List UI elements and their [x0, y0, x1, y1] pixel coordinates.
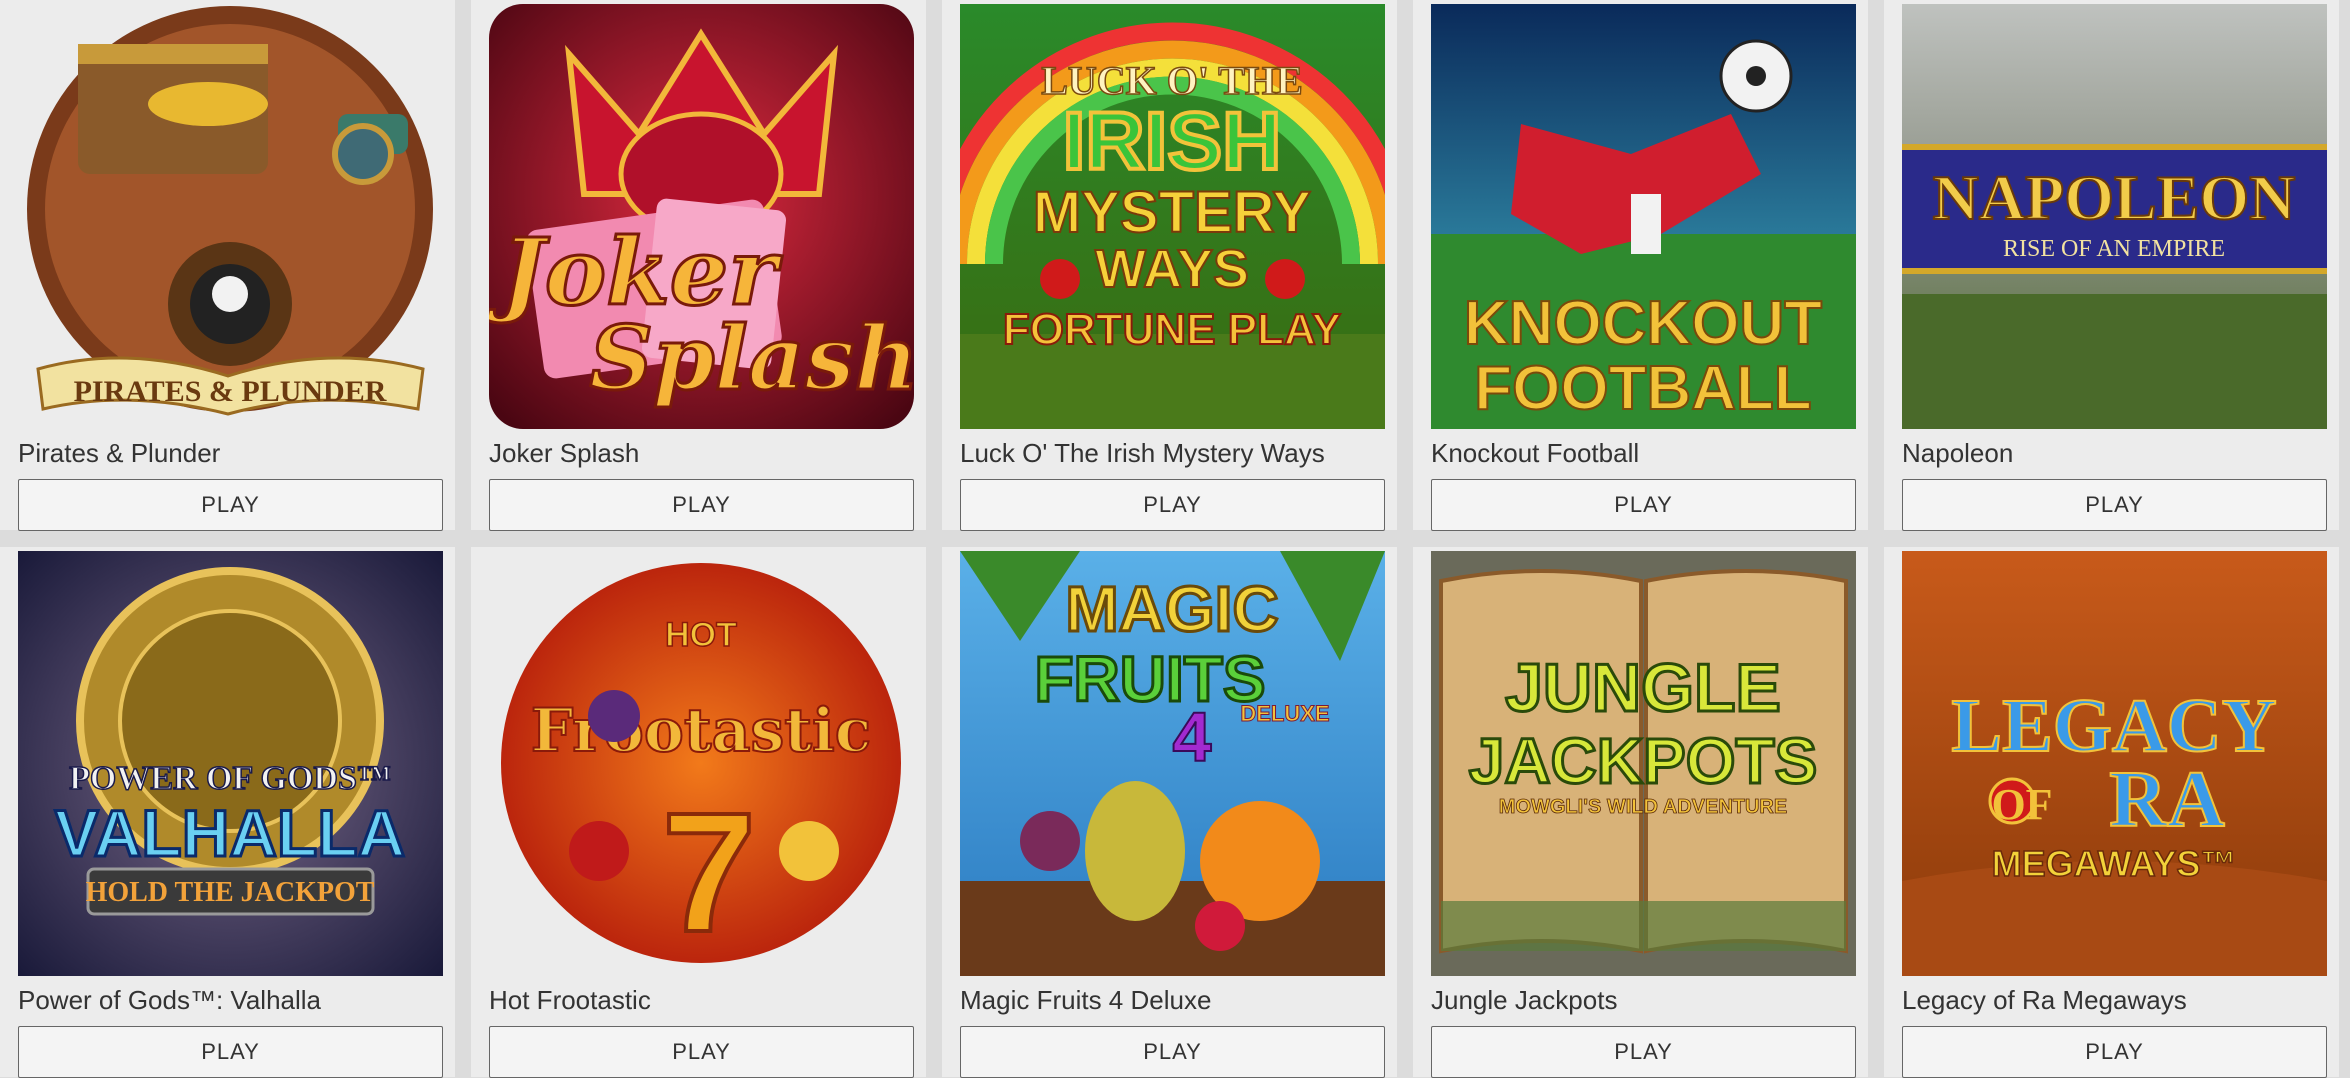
seven-art-text: 7: [662, 778, 757, 968]
magic-fruits-artwork: MAGIC FRUITS 4 DELUXE: [960, 551, 1385, 976]
play-button[interactable]: PLAY: [960, 479, 1385, 531]
game-thumbnail[interactable]: HOT Frootastic 7: [489, 551, 914, 976]
jackpots-art-text: JACKPOTS: [1469, 725, 1818, 797]
frootastic-art-text: Frootastic: [531, 696, 872, 766]
play-button[interactable]: PLAY: [489, 479, 914, 531]
game-title: Magic Fruits 4 Deluxe: [960, 985, 1212, 1015]
luck-art-text-2: IRISH: [1063, 96, 1282, 187]
game-card: NAPOLEON RISE OF AN EMPIRE Napoleon PLAY: [1884, 0, 2339, 531]
game-title: Napoleon: [1902, 438, 2014, 468]
play-button[interactable]: PLAY: [18, 479, 443, 531]
game-thumbnail[interactable]: PIRATES & PLUNDER: [18, 4, 443, 429]
play-button[interactable]: PLAY: [1902, 479, 2327, 531]
game-grid: PIRATES & PLUNDER Pirates & Plunder PLAY: [0, 0, 2350, 1078]
splash-art-text: Splash: [589, 306, 914, 410]
game-card: LEGACY OF RA MEGAWAYS™ Legacy of Ra Mega…: [1884, 547, 2339, 1078]
play-button[interactable]: PLAY: [18, 1026, 443, 1078]
napoleon-artwork: NAPOLEON RISE OF AN EMPIRE: [1902, 4, 2327, 429]
game-title: Hot Frootastic: [489, 985, 651, 1015]
four-art-text: 4: [1173, 698, 1212, 776]
game-card: JUNGLE JACKPOTS MOWGLI'S WILD ADVENTURE …: [1413, 547, 1868, 1078]
game-thumbnail[interactable]: MAGIC FRUITS 4 DELUXE: [960, 551, 1385, 976]
game-card: LUCK O' THE IRISH MYSTERY WAYS FORTUNE P…: [942, 0, 1397, 531]
legacy-of-ra-artwork: LEGACY OF RA MEGAWAYS™: [1902, 551, 2327, 976]
valhalla-artwork: POWER OF GODS™ VALHALLA HOLD THE JACKPOT: [18, 551, 443, 976]
knockout-football-artwork: KNOCKOUT FOOTBALL: [1431, 4, 1856, 429]
game-card: MAGIC FRUITS 4 DELUXE Magic Fruits 4 Del…: [942, 547, 1397, 1078]
pirates-plunder-artwork: PIRATES & PLUNDER: [18, 4, 443, 429]
hot-frootastic-artwork: HOT Frootastic 7: [489, 551, 914, 976]
mowgli-art-text: MOWGLI'S WILD ADVENTURE: [1499, 796, 1787, 818]
deluxe-art-text: DELUXE: [1240, 701, 1329, 726]
football-art-text: FOOTBALL: [1474, 354, 1812, 423]
valhalla-art-text-3: HOLD THE JACKPOT: [86, 877, 375, 908]
game-title: Luck O' The Irish Mystery Ways: [960, 438, 1325, 468]
of-art-text: OF: [1991, 780, 2052, 829]
jungle-art-text: JUNGLE: [1505, 650, 1781, 726]
napoleon-subtitle-art-text: RISE OF AN EMPIRE: [2003, 236, 2225, 262]
play-button[interactable]: PLAY: [1431, 479, 1856, 531]
game-title: Joker Splash: [489, 438, 640, 468]
game-thumbnail[interactable]: NAPOLEON RISE OF AN EMPIRE: [1902, 4, 2327, 429]
knockout-art-text: KNOCKOUT: [1464, 289, 1822, 358]
game-thumbnail[interactable]: POWER OF GODS™ VALHALLA HOLD THE JACKPOT: [18, 551, 443, 976]
jungle-jackpots-artwork: JUNGLE JACKPOTS MOWGLI'S WILD ADVENTURE: [1431, 551, 1856, 976]
luck-art-text-4: WAYS: [1095, 239, 1249, 299]
game-title: Pirates & Plunder: [18, 438, 221, 468]
valhalla-art-text-2: VALHALLA: [55, 796, 406, 870]
game-card: POWER OF GODS™ VALHALLA HOLD THE JACKPOT…: [0, 547, 455, 1078]
game-thumbnail[interactable]: JUNGLE JACKPOTS MOWGLI'S WILD ADVENTURE: [1431, 551, 1856, 976]
game-title: Power of Gods™: Valhalla: [18, 985, 321, 1015]
joker-splash-artwork: Joker Splash: [489, 4, 914, 429]
luck-art-text-5: FORTUNE PLAY: [1003, 305, 1341, 354]
game-title: Knockout Football: [1431, 438, 1640, 468]
game-thumbnail[interactable]: KNOCKOUT FOOTBALL: [1431, 4, 1856, 429]
pirates-art-text: PIRATES & PLUNDER: [74, 375, 387, 408]
play-button[interactable]: PLAY: [1902, 1026, 2327, 1078]
game-thumbnail[interactable]: Joker Splash: [489, 4, 914, 429]
game-thumbnail[interactable]: LUCK O' THE IRISH MYSTERY WAYS FORTUNE P…: [960, 4, 1385, 429]
luck-art-text-3: MYSTERY: [1033, 180, 1311, 245]
napoleon-art-text: NAPOLEON: [1933, 162, 2296, 233]
game-title: Legacy of Ra Megaways: [1902, 985, 2187, 1015]
fruits-art-text: FRUITS: [1034, 643, 1265, 715]
game-card: KNOCKOUT FOOTBALL Knockout Football PLAY: [1413, 0, 1868, 531]
megaways-art-text: MEGAWAYS™: [1992, 843, 2237, 884]
luck-o-the-irish-artwork: LUCK O' THE IRISH MYSTERY WAYS FORTUNE P…: [960, 4, 1385, 429]
game-title: Jungle Jackpots: [1431, 985, 1618, 1015]
hot-art-text: HOT: [665, 616, 737, 654]
play-button[interactable]: PLAY: [960, 1026, 1385, 1078]
game-card: Joker Splash Joker Splash PLAY: [471, 0, 926, 531]
play-button[interactable]: PLAY: [1431, 1026, 1856, 1078]
magic-art-text: MAGIC: [1065, 573, 1278, 645]
valhalla-art-text-1: POWER OF GODS™: [69, 760, 391, 797]
game-thumbnail[interactable]: LEGACY OF RA MEGAWAYS™: [1902, 551, 2327, 976]
game-card: HOT Frootastic 7 Hot Frootastic PLAY: [471, 547, 926, 1078]
game-card: PIRATES & PLUNDER Pirates & Plunder PLAY: [0, 0, 455, 531]
ra-art-text: RA: [2109, 756, 2225, 844]
play-button[interactable]: PLAY: [489, 1026, 914, 1078]
